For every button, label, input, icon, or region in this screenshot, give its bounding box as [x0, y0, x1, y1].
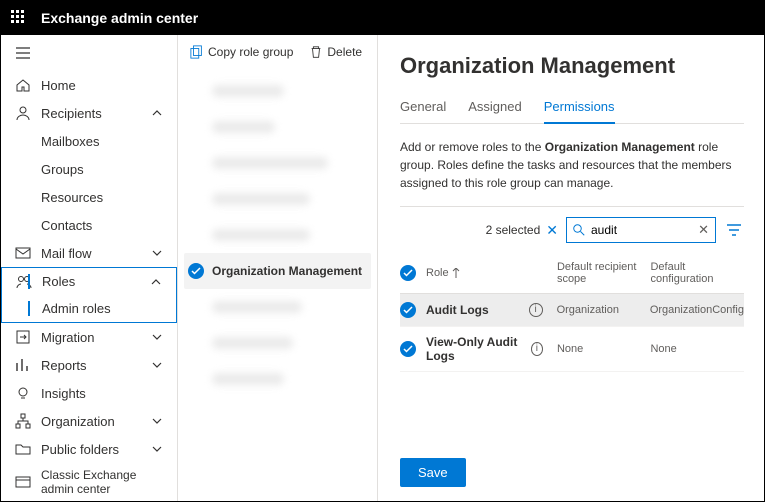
reports-icon	[15, 357, 31, 373]
select-all-checkbox[interactable]	[400, 265, 416, 281]
nav-classic[interactable]: Classic Exchange admin center	[1, 463, 177, 501]
save-button[interactable]: Save	[400, 458, 466, 487]
check-icon	[188, 263, 204, 279]
mail-icon	[15, 245, 31, 261]
nav-migration[interactable]: Migration	[1, 323, 177, 351]
role-name: View-Only Audit Logs	[426, 335, 531, 363]
nav-home-label: Home	[41, 78, 76, 93]
side-nav: Home Recipients Mailboxes Groups Resourc…	[1, 35, 178, 501]
tab-permissions[interactable]: Permissions	[544, 93, 615, 124]
row-checkbox[interactable]	[400, 302, 416, 318]
chevron-down-icon	[151, 443, 163, 455]
classic-icon	[15, 474, 31, 490]
list-item[interactable]	[184, 289, 371, 325]
home-icon	[15, 77, 31, 93]
filter-button[interactable]	[724, 221, 744, 239]
roles-icon	[16, 274, 32, 290]
list-item[interactable]	[184, 109, 371, 145]
list-item[interactable]	[184, 145, 371, 181]
column-scope[interactable]: Default recipient scope	[557, 261, 651, 285]
nav-classic-label: Classic Exchange admin center	[41, 468, 163, 496]
description: Add or remove roles to the Organization …	[400, 138, 744, 192]
role-name: Audit Logs	[426, 303, 489, 317]
column-config[interactable]: Default configuration	[650, 261, 744, 285]
nav-collapse-button[interactable]	[1, 35, 177, 71]
nav-admin-roles[interactable]: Admin roles	[1, 295, 177, 323]
chevron-up-icon	[150, 276, 162, 288]
nav-roles-label: Roles	[42, 274, 75, 289]
nav-insights[interactable]: Insights	[1, 379, 177, 407]
search-box[interactable]: ✕	[566, 217, 716, 243]
nav-public-folders-label: Public folders	[41, 442, 119, 457]
clear-search-button[interactable]: ✕	[698, 222, 709, 238]
nav-recipients-label: Recipients	[41, 106, 102, 121]
role-group-list: Copy role group Delete Organization Mana…	[178, 35, 378, 501]
list-item[interactable]	[184, 361, 371, 397]
nav-organization-label: Organization	[41, 414, 115, 429]
table-row[interactable]: View-Only Audit Logsi None None	[400, 327, 744, 372]
nav-mailflow[interactable]: Mail flow	[1, 239, 177, 267]
nav-groups[interactable]: Groups	[1, 155, 177, 183]
column-role[interactable]: Role	[426, 267, 557, 279]
copy-role-group-button[interactable]: Copy role group	[190, 45, 293, 59]
search-input[interactable]	[591, 223, 698, 237]
role-config: OrganizationConfig	[650, 304, 744, 316]
chevron-up-icon	[151, 107, 163, 119]
search-icon	[573, 224, 585, 236]
chevron-down-icon	[151, 247, 163, 259]
nav-reports-label: Reports	[41, 358, 87, 373]
row-checkbox[interactable]	[400, 341, 416, 357]
table-row[interactable]: Audit Logs i Organization OrganizationCon…	[400, 294, 744, 327]
nav-public-folders[interactable]: Public folders	[1, 435, 177, 463]
app-title: Exchange admin center	[41, 10, 198, 26]
nav-mailboxes[interactable]: Mailboxes	[1, 127, 177, 155]
migration-icon	[15, 329, 31, 345]
role-config: None	[650, 343, 744, 355]
chevron-down-icon	[151, 415, 163, 427]
detail-panel: Organization Management General Assigned…	[378, 35, 764, 501]
folder-icon	[15, 441, 31, 457]
list-item[interactable]	[184, 181, 371, 217]
organization-icon	[15, 413, 31, 429]
info-icon[interactable]: i	[531, 342, 543, 356]
filter-bar: 2 selected ✕ ✕	[400, 206, 744, 253]
nav-recipients[interactable]: Recipients	[1, 99, 177, 127]
selection-count: 2 selected ✕	[486, 222, 558, 239]
nav-home[interactable]: Home	[1, 71, 177, 99]
delete-button[interactable]: Delete	[309, 45, 362, 59]
nav-migration-label: Migration	[41, 330, 94, 345]
list-item-selected[interactable]: Organization Management	[184, 253, 371, 289]
list-item[interactable]	[184, 73, 371, 109]
delete-icon	[309, 45, 323, 59]
page-title: Organization Management	[400, 53, 744, 79]
nav-insights-label: Insights	[41, 386, 86, 401]
info-icon[interactable]: i	[529, 303, 543, 317]
nav-resources[interactable]: Resources	[1, 183, 177, 211]
chevron-down-icon	[151, 359, 163, 371]
role-scope: None	[557, 343, 651, 355]
tab-general[interactable]: General	[400, 93, 446, 123]
tab-assigned[interactable]: Assigned	[468, 93, 521, 123]
app-launcher-icon[interactable]	[11, 10, 27, 26]
top-bar: Exchange admin center	[1, 1, 764, 35]
chevron-down-icon	[151, 331, 163, 343]
nav-contacts[interactable]: Contacts	[1, 211, 177, 239]
clear-selection-button[interactable]: ✕	[546, 222, 558, 239]
list-item[interactable]	[184, 217, 371, 253]
person-icon	[15, 105, 31, 121]
role-scope: Organization	[557, 304, 650, 316]
copy-icon	[190, 45, 204, 59]
list-item[interactable]	[184, 325, 371, 361]
nav-reports[interactable]: Reports	[1, 351, 177, 379]
nav-roles[interactable]: Roles	[1, 267, 177, 295]
nav-mailflow-label: Mail flow	[41, 246, 92, 261]
roles-table: Role Default recipient scope Default con…	[400, 253, 744, 372]
nav-organization[interactable]: Organization	[1, 407, 177, 435]
tab-bar: General Assigned Permissions	[400, 93, 744, 124]
insights-icon	[15, 385, 31, 401]
